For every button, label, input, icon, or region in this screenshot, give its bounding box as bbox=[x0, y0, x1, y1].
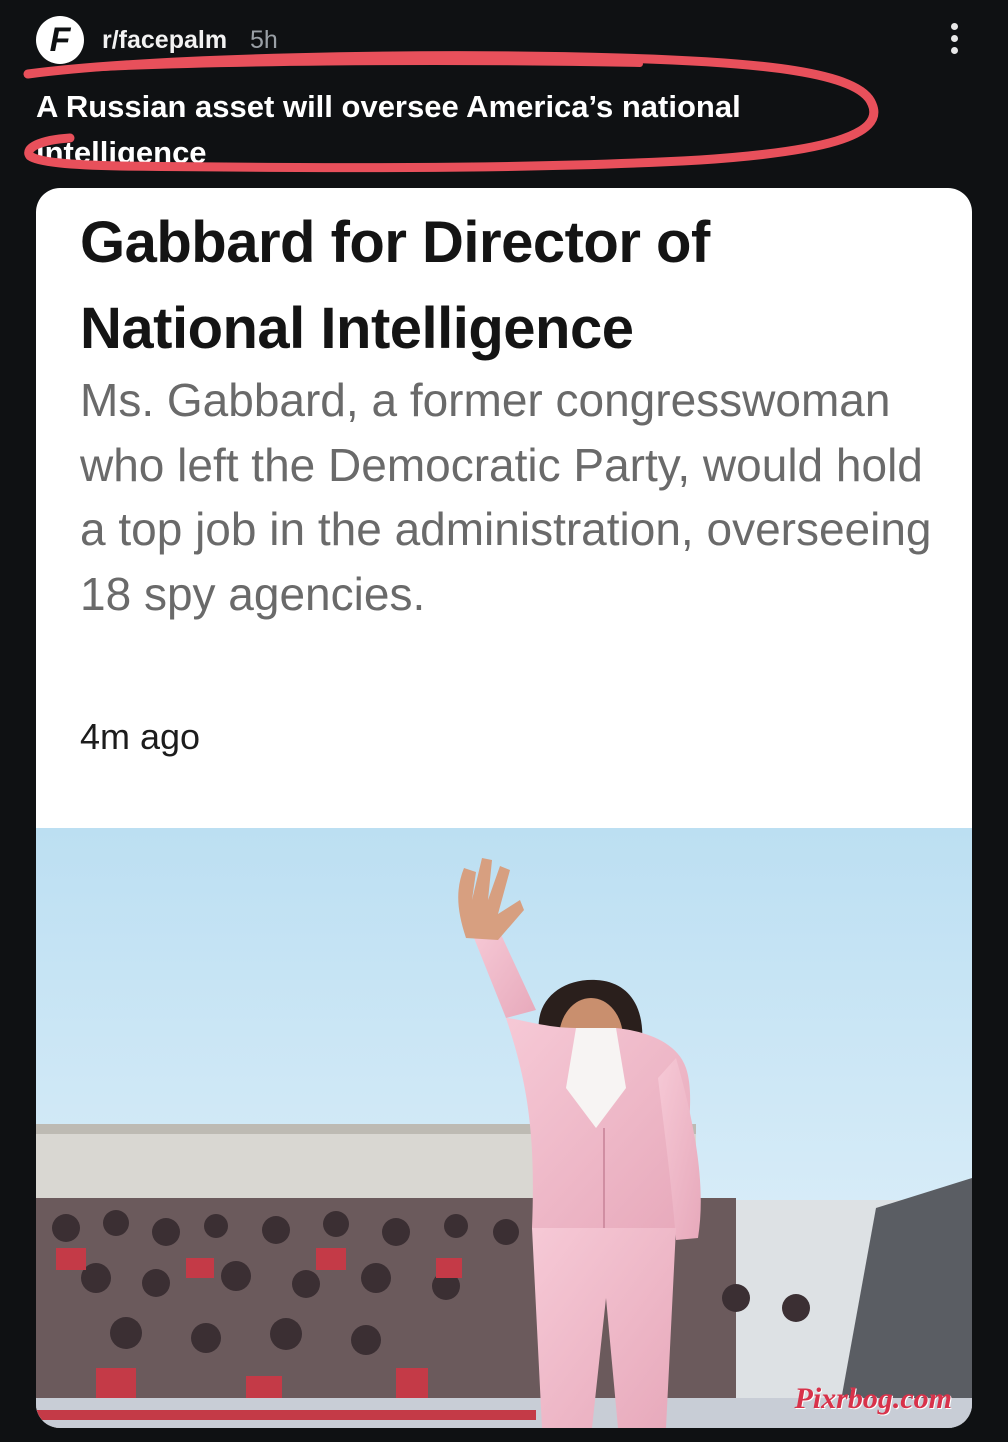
subreddit-link[interactable]: r/facepalm bbox=[102, 26, 227, 55]
post-age: 5h bbox=[250, 26, 278, 54]
facepalm-logo-icon: F bbox=[49, 21, 71, 59]
post-header: F r/facepalm 5h bbox=[36, 16, 972, 64]
article-photo bbox=[36, 828, 972, 1428]
article-summary: Ms. Gabbard, a former congresswoman who … bbox=[80, 374, 932, 620]
article-card[interactable]: Gabbard for Director of National Intelli… bbox=[36, 188, 972, 1428]
more-vertical-icon[interactable] bbox=[948, 18, 960, 62]
watermark-text: Pixrbog.com bbox=[794, 1382, 953, 1415]
subreddit-avatar[interactable]: F bbox=[36, 16, 84, 64]
post-title[interactable]: A Russian asset will oversee America’s n… bbox=[36, 84, 856, 176]
article-headline: Gabbard for Director of National Intelli… bbox=[80, 210, 710, 361]
article-timestamp: 4m ago bbox=[80, 716, 201, 757]
